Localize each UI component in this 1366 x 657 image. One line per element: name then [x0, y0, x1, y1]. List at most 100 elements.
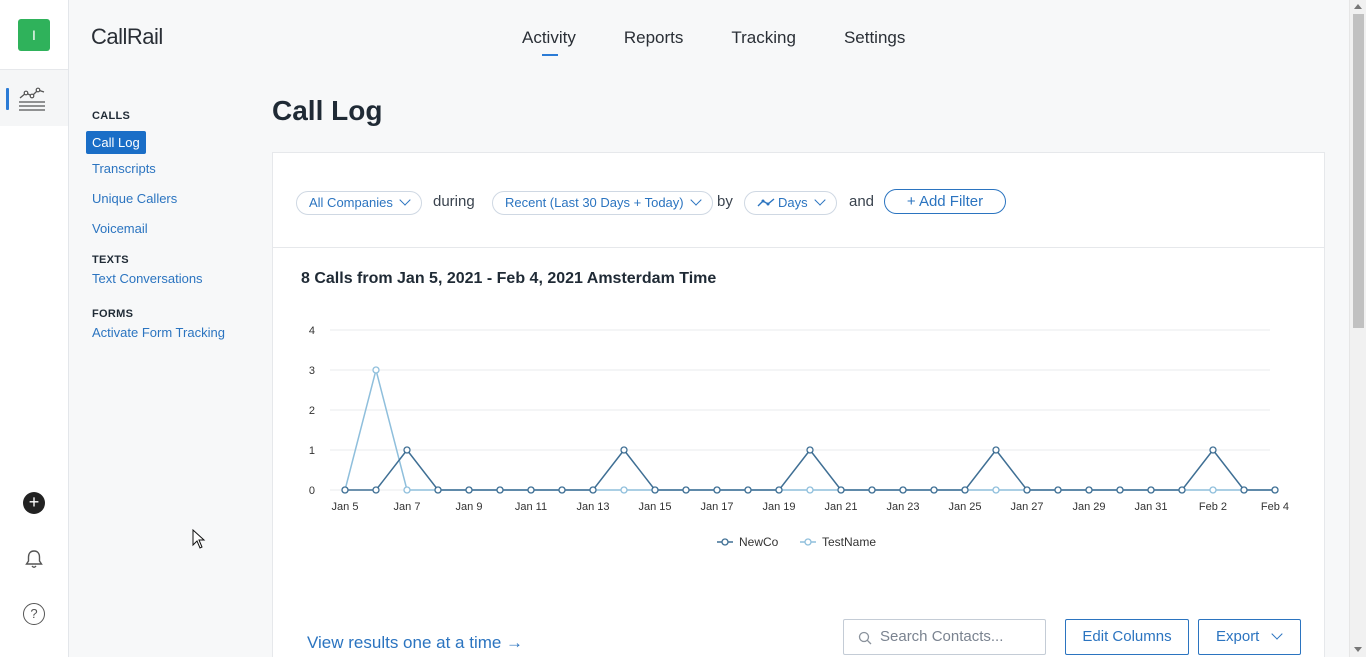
- nav-reports[interactable]: Reports: [624, 28, 684, 54]
- x-tick-label: Jan 17: [700, 501, 733, 513]
- y-tick-label: 0: [309, 485, 315, 497]
- data-point-newco: [713, 486, 721, 494]
- data-point-newco: [682, 486, 690, 494]
- company-filter-dropdown[interactable]: All Companies: [296, 191, 422, 215]
- legend-label: NewCo: [739, 535, 779, 549]
- by-label: by: [717, 193, 733, 210]
- chevron-down-icon: [399, 194, 411, 206]
- page-scrollbar[interactable]: [1349, 0, 1366, 657]
- data-point-newco: [1147, 486, 1155, 494]
- legend-label: TestName: [822, 535, 876, 549]
- view-one-at-a-time-link[interactable]: View results one at a time →: [307, 633, 523, 653]
- company-filter-label: All Companies: [309, 195, 393, 210]
- data-point-newco: [806, 446, 814, 454]
- help-icon[interactable]: ?: [23, 603, 45, 625]
- plus-icon[interactable]: +: [23, 492, 45, 514]
- scroll-up-arrow[interactable]: [1354, 4, 1362, 9]
- data-point-newco: [496, 486, 504, 494]
- account-avatar[interactable]: I: [18, 19, 50, 51]
- calls-line-chart: 0 1 2 3 4 Jan 5 Jan 7 Jan 9 Jan 11 Jan 13 Jan 15 Ja…: [309, 325, 1289, 549]
- data-point-newco: [527, 486, 535, 494]
- nav-settings[interactable]: Settings: [844, 28, 905, 54]
- export-label: Export: [1216, 628, 1260, 645]
- data-point-newco: [1023, 486, 1031, 494]
- data-point-testname: [992, 486, 1000, 494]
- page-title: Call Log: [272, 95, 383, 126]
- search-icon: [858, 631, 872, 645]
- search-contacts[interactable]: [843, 619, 1046, 655]
- subnav-group-forms: FORMS Activate Form Tracking: [86, 308, 256, 346]
- data-point-testname: [403, 486, 411, 494]
- search-contacts-input[interactable]: [880, 628, 1035, 645]
- x-tick-label: Feb 4: [1261, 501, 1289, 513]
- granularity-dropdown[interactable]: Days: [744, 191, 837, 215]
- legend-swatch-marker: [804, 538, 812, 546]
- data-point-newco: [651, 486, 659, 494]
- x-tick-label: Jan 29: [1072, 501, 1105, 513]
- trend-line-icon: [757, 198, 775, 207]
- calls-summary-title: 8 Calls from Jan 5, 2021 - Feb 4, 2021 A…: [301, 270, 717, 287]
- data-point-newco: [1085, 486, 1093, 494]
- x-tick-label: Jan 11: [515, 501, 547, 513]
- data-point-newco: [558, 486, 566, 494]
- activity-chart-icon[interactable]: [18, 86, 46, 117]
- data-point-newco: [744, 486, 752, 494]
- data-point-newco: [1178, 486, 1186, 494]
- chevron-down-icon: [689, 194, 702, 206]
- y-tick-label: 3: [309, 365, 315, 377]
- x-tick-label: Jan 7: [394, 501, 421, 513]
- data-point-newco: [868, 486, 876, 494]
- data-point-newco: [899, 486, 907, 494]
- activity-subnav: CALLS Call Log Transcripts Unique Caller…: [86, 110, 256, 354]
- nav-tracking[interactable]: Tracking: [731, 28, 796, 54]
- data-point-testname: [372, 366, 380, 374]
- data-point-testname: [620, 486, 628, 494]
- bell-icon[interactable]: [23, 548, 45, 575]
- data-point-newco: [372, 486, 380, 494]
- data-point-newco: [1209, 446, 1217, 454]
- scroll-thumb[interactable]: [1353, 14, 1364, 328]
- brand-logo[interactable]: CallRail: [91, 24, 163, 50]
- data-point-newco: [620, 446, 628, 454]
- subnav-group-calls: CALLS Call Log Transcripts Unique Caller…: [86, 110, 256, 244]
- x-tick-label: Jan 27: [1010, 501, 1043, 513]
- subnav-item-call-log[interactable]: Call Log: [86, 131, 146, 154]
- add-filter-button[interactable]: + Add Filter: [884, 189, 1006, 214]
- edit-columns-button[interactable]: Edit Columns: [1065, 619, 1189, 655]
- series-line-newco: [345, 448, 1275, 491]
- during-label: during: [433, 193, 475, 210]
- data-point-newco: [589, 486, 597, 494]
- y-tick-label: 1: [309, 445, 315, 457]
- data-point-newco: [1116, 486, 1124, 494]
- subnav-item-text-conversations[interactable]: Text Conversations: [92, 266, 256, 292]
- and-label: and: [849, 193, 875, 210]
- top-navigation: Activity Reports Tracking Settings: [522, 28, 905, 56]
- x-tick-label: Feb 2: [1199, 501, 1227, 513]
- mouse-cursor-icon: [192, 529, 206, 549]
- rail-active-indicator: [6, 88, 9, 110]
- subnav-heading-calls: CALLS: [92, 110, 131, 122]
- data-point-testname: [1209, 486, 1217, 494]
- subnav-item-voicemail[interactable]: Voicemail: [92, 214, 256, 244]
- data-point-newco: [403, 446, 411, 454]
- data-point-newco: [341, 486, 349, 494]
- x-tick-label: Jan 9: [456, 501, 483, 513]
- data-point-newco: [775, 486, 783, 494]
- date-range-dropdown[interactable]: Recent (Last 30 Days + Today): [492, 191, 713, 215]
- subnav-item-activate-form-tracking[interactable]: Activate Form Tracking: [92, 320, 256, 346]
- scroll-down-arrow[interactable]: [1354, 647, 1362, 652]
- filter-bar: All Companies during Recent (Last 30 Day…: [273, 153, 1324, 248]
- data-point-newco: [961, 486, 969, 494]
- export-button[interactable]: Export: [1198, 619, 1301, 655]
- y-tick-label: 2: [309, 405, 315, 417]
- chevron-down-icon: [813, 194, 826, 206]
- y-tick-label: 4: [309, 325, 315, 337]
- data-point-newco: [837, 486, 845, 494]
- subnav-item-transcripts[interactable]: Transcripts: [92, 154, 256, 184]
- nav-activity[interactable]: Activity: [522, 28, 576, 56]
- data-point-newco: [434, 486, 442, 494]
- subnav-item-unique-callers[interactable]: Unique Callers: [92, 184, 256, 214]
- subnav-heading-forms: FORMS: [92, 308, 134, 320]
- x-tick-label: Jan 23: [886, 501, 919, 513]
- data-point-newco: [1240, 486, 1248, 494]
